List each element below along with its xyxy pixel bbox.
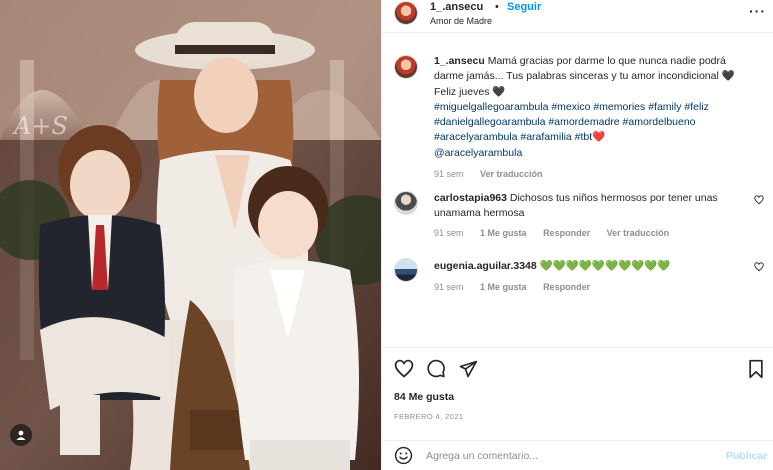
follow-button[interactable]: Seguir: [507, 1, 541, 13]
caption-hashtags-1[interactable]: #miguelgallegoarambula #mexico #memories…: [434, 101, 709, 113]
comment-reply-button[interactable]: Responder: [543, 228, 590, 238]
comment-body: eugenia.aguilar.3348 💚💚💚💚💚💚💚💚💚💚 91 sem 1…: [434, 259, 744, 294]
post-date: FEBRERO 4, 2021: [394, 412, 464, 421]
comment-likes[interactable]: 1 Me gusta: [480, 282, 527, 292]
separator-dot: •: [495, 1, 499, 13]
action-bar: [394, 359, 764, 381]
caption-text-block: 1_.ansecu Mamá gracias por darme lo que …: [434, 54, 754, 182]
comment-likes[interactable]: 1 Me gusta: [480, 228, 527, 238]
save-bookmark-icon[interactable]: [746, 359, 766, 379]
comment-item: eugenia.aguilar.3348 💚💚💚💚💚💚💚💚💚💚 91 sem 1…: [394, 258, 764, 298]
like-heart-icon[interactable]: [394, 359, 414, 379]
comment-translate-link[interactable]: Ver traducción: [607, 228, 670, 238]
caption-avatar[interactable]: [394, 55, 418, 79]
emoji-smiley-icon[interactable]: [394, 446, 413, 465]
comment-body: carlostapia963 Dichosos tus niños hermos…: [434, 191, 744, 241]
comment-meta: 91 sem 1 Me gusta Responder: [434, 280, 744, 295]
caption-meta: 91 sem Ver traducción: [434, 167, 754, 182]
author-username[interactable]: 1_.ansecu: [430, 1, 483, 13]
like-comment-heart-icon[interactable]: [754, 262, 764, 272]
comment-text: 💚💚💚💚💚💚💚💚💚💚: [539, 260, 671, 272]
like-comment-heart-icon[interactable]: [754, 195, 764, 205]
post-details-panel: 1_.ansecu • Seguir Amor de Madre ··· 1_.…: [381, 0, 773, 470]
tagged-user-button[interactable]: [10, 424, 32, 446]
comment-username[interactable]: carlostapia963: [434, 192, 507, 204]
user-tag-icon: [16, 430, 26, 440]
comment-time: 91 sem: [434, 281, 464, 292]
watermark-text: A+S: [12, 112, 68, 140]
caption-translate-link[interactable]: Ver traducción: [480, 169, 543, 179]
comment-username[interactable]: eugenia.aguilar.3348: [434, 260, 537, 272]
add-comment-bar: Publicar: [382, 441, 773, 470]
comment-reply-button[interactable]: Responder: [543, 282, 590, 292]
family-photo: A+S: [0, 0, 381, 470]
share-send-icon[interactable]: [458, 359, 478, 379]
caption-username[interactable]: 1_.ansecu: [434, 55, 485, 67]
more-options-icon[interactable]: ···: [749, 3, 766, 19]
commenter-avatar[interactable]: [394, 258, 418, 282]
post-image[interactable]: A+S: [0, 0, 381, 470]
caption-hashtags-2[interactable]: #danielgallegoarambula #amordemadre #amo…: [434, 116, 696, 128]
author-avatar[interactable]: [394, 1, 418, 25]
publish-button[interactable]: Publicar: [726, 450, 767, 462]
post-header: 1_.ansecu • Seguir Amor de Madre ···: [382, 0, 773, 33]
divider: [382, 347, 773, 348]
comment-meta: 91 sem 1 Me gusta Responder Ver traducci…: [434, 226, 744, 241]
likes-count[interactable]: 84 Me gusta: [394, 391, 454, 403]
caption-hashtags-3[interactable]: #aracelyarambula #arafamilia #tbt: [434, 131, 592, 143]
comment-input[interactable]: [426, 447, 706, 465]
red-heart-emoji: ❤️: [592, 131, 606, 144]
commenter-avatar[interactable]: [394, 191, 418, 215]
comment-bubble-icon[interactable]: [426, 359, 446, 379]
post-subtitle: Amor de Madre: [430, 16, 493, 26]
comment-item: carlostapia963 Dichosos tus niños hermos…: [394, 191, 764, 241]
comment-time: 91 sem: [434, 228, 464, 238]
caption-mention[interactable]: @aracelyarambula: [434, 147, 522, 159]
caption-time: 91 sem: [434, 169, 464, 180]
